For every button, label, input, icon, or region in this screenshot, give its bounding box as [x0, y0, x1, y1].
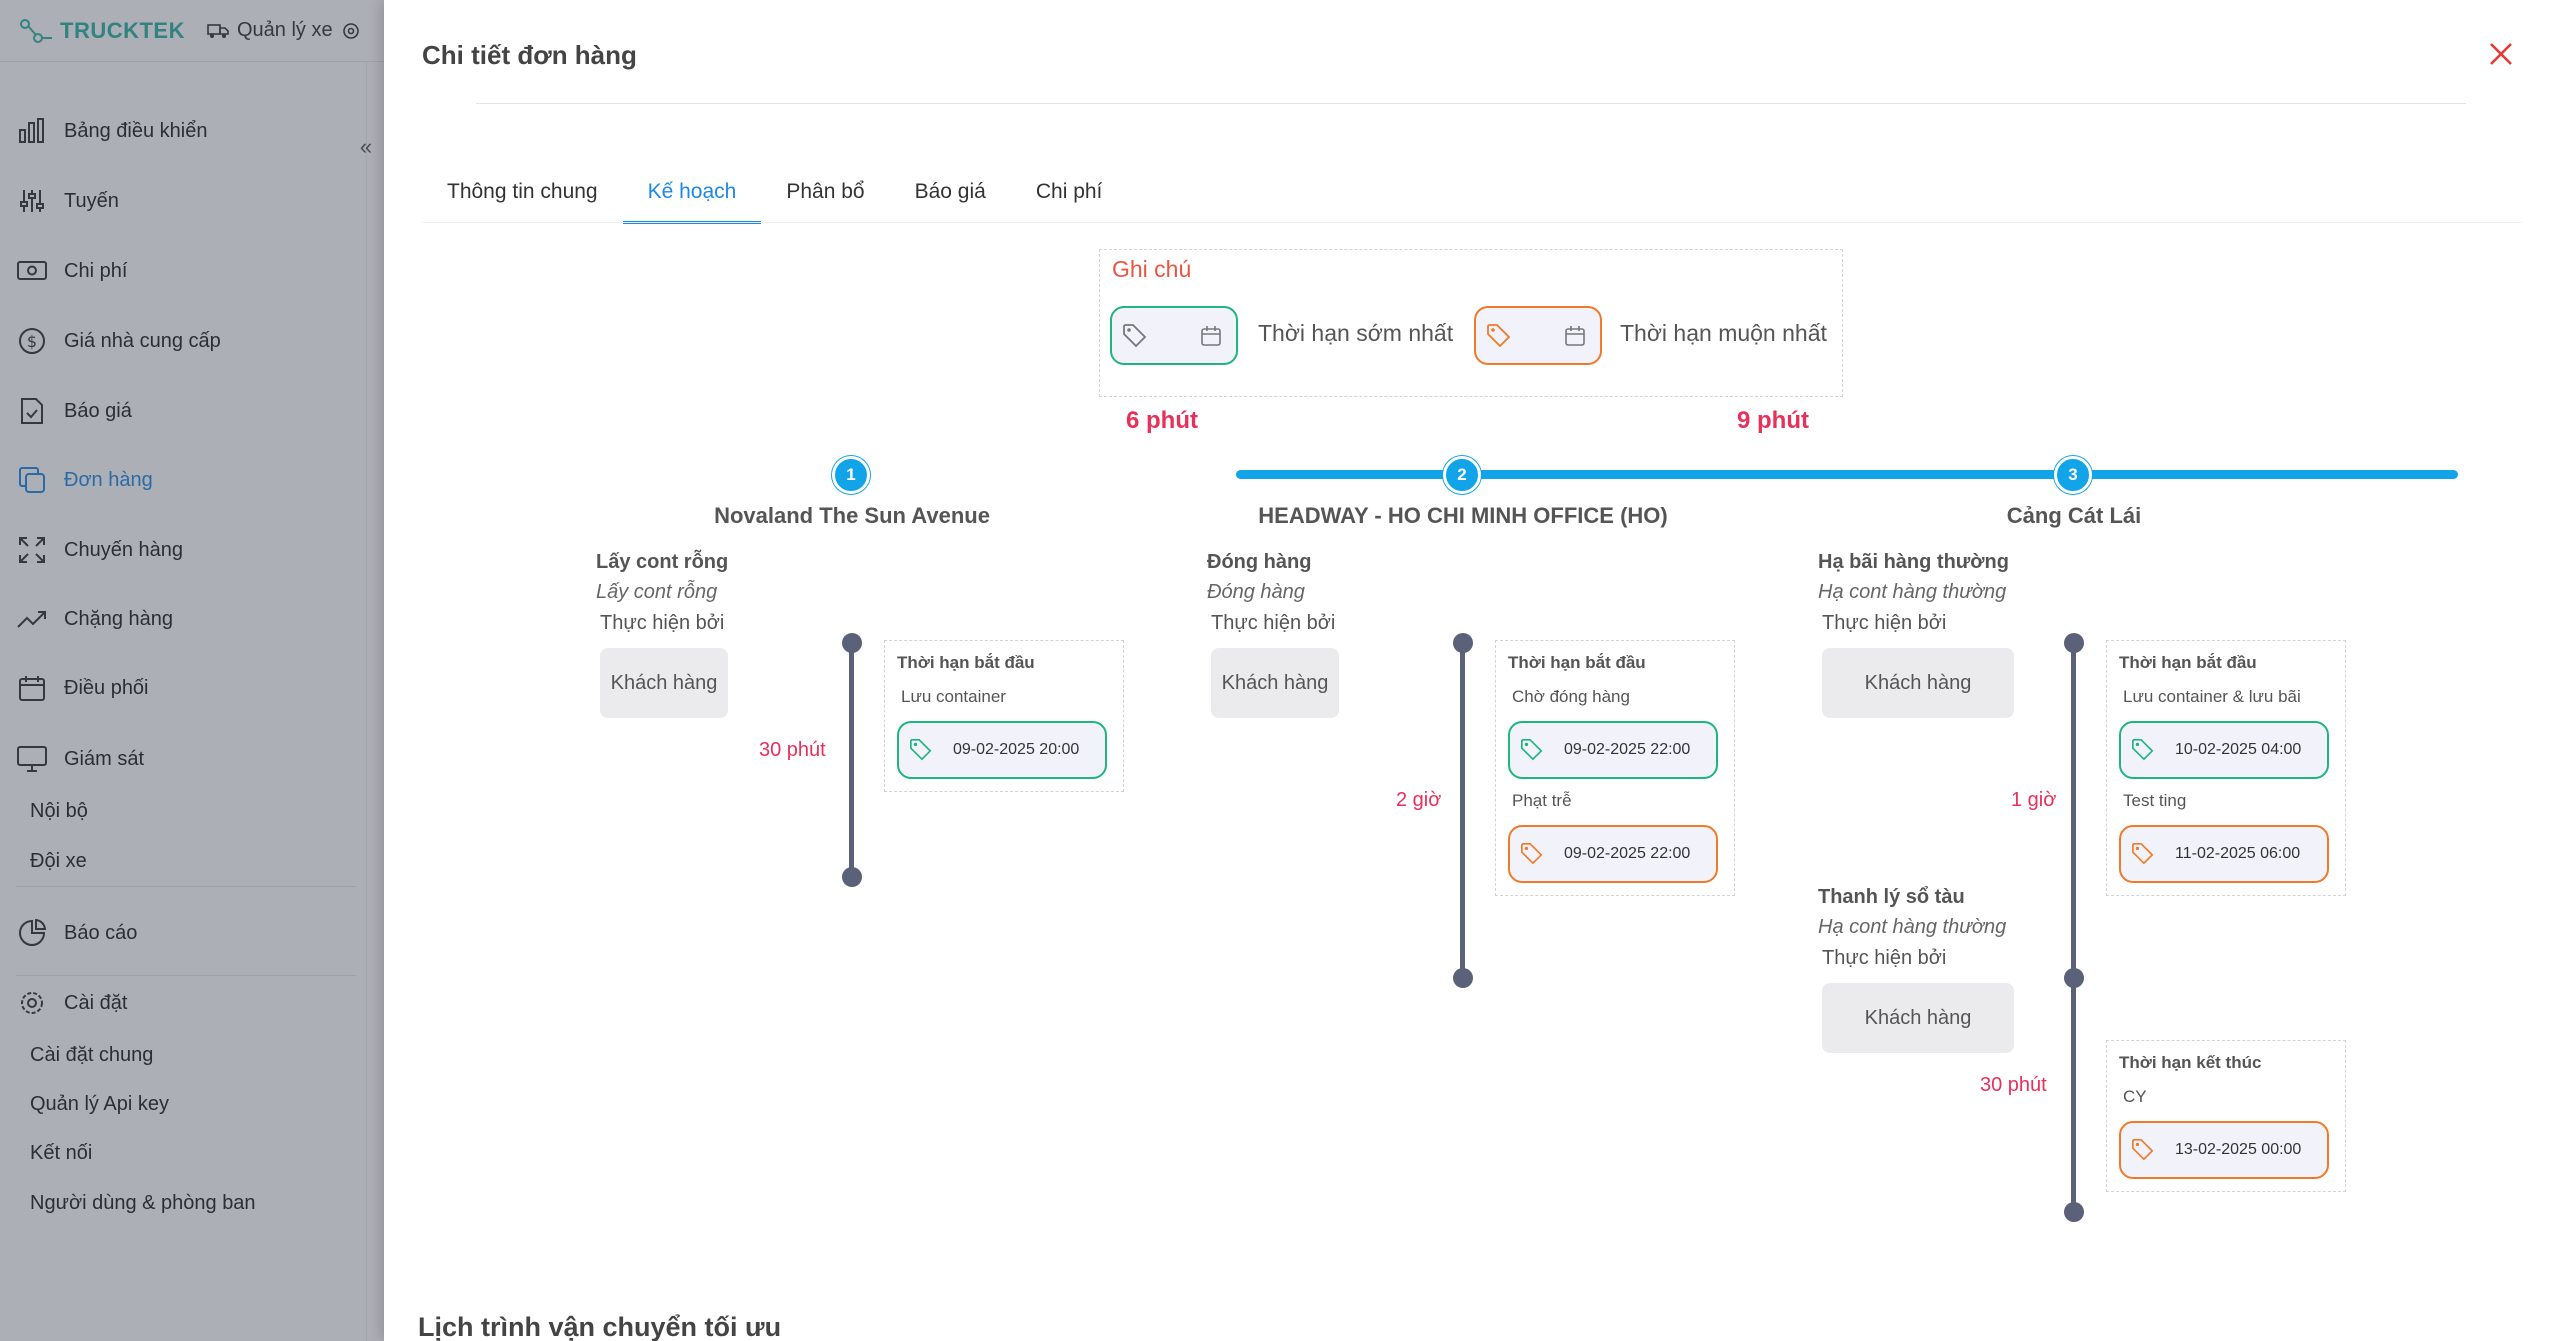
stop1-duration: 30 phút: [759, 739, 826, 761]
tag-icon: [2132, 1139, 2154, 1161]
note-legend: Ghi chú Thời hạn sớm nhất Thời hạn muộn …: [1099, 249, 1843, 397]
tag-icon: [1521, 739, 1543, 761]
deadline-date-value: 11-02-2025 06:00: [2175, 845, 2301, 862]
latest-deadline-sample: [1474, 306, 1602, 365]
deadline-date-value: 09-02-2025 22:00: [1564, 845, 1691, 862]
deadline-label: Chờ đóng hàng: [1512, 687, 1630, 706]
stop1-customer-chip[interactable]: Khách hàng: [600, 648, 728, 718]
calendar-icon: [1201, 325, 1221, 346]
deadline-label: Lưu container: [901, 687, 1006, 706]
stop3-action1-deadline-box: Thời hạn bắt đầu Lưu container & lưu bãi…: [2106, 640, 2346, 896]
stop2-performed-by: Thực hiện bởi: [1211, 612, 1336, 634]
header-divider: [476, 103, 2466, 104]
stop3-action2-title: Thanh lý sổ tàu: [1818, 886, 1965, 908]
stop-marker-2[interactable]: 2: [1443, 456, 1481, 494]
stop1-action-title: Lấy cont rỗng: [596, 551, 729, 573]
tag-icon: [1487, 323, 1511, 347]
travel-time-2: 9 phút: [1737, 407, 1809, 434]
earliest-deadline-sample: [1110, 306, 1238, 365]
stop-marker-3[interactable]: 3: [2054, 456, 2092, 494]
tag-icon: [2132, 739, 2154, 761]
earliest-deadline-label: Thời hạn sớm nhất: [1258, 320, 1454, 346]
deadline-box-title: Thời hạn bắt đầu: [2119, 653, 2257, 672]
deadline-label: Lưu container & lưu bãi: [2123, 687, 2301, 706]
tab-general-info[interactable]: Thông tin chung: [422, 168, 623, 224]
stop3-action2-subtitle: Hạ cont hàng thường: [1818, 916, 2007, 938]
stop1-action-subtitle: Lấy cont rỗng: [596, 581, 718, 603]
stop3-timeline-mid: [2064, 968, 2084, 988]
deadline-date-pill[interactable]: 13-02-2025 00:00: [2119, 1121, 2329, 1179]
deadline-date-pill[interactable]: 09-02-2025 20:00: [897, 721, 1107, 779]
stop2-duration: 2 giờ: [1396, 789, 1442, 811]
deadline-date-value: 09-02-2025 22:00: [1564, 741, 1691, 758]
stop3-action2-customer-chip[interactable]: Khách hàng: [1822, 983, 2014, 1053]
tab-quote[interactable]: Báo giá: [890, 168, 1011, 224]
stop2-action-title: Đóng hàng: [1207, 551, 1312, 573]
tag-icon: [2132, 843, 2154, 865]
stop3-action1-subtitle: Hạ cont hàng thường: [1818, 581, 2007, 603]
deadline-label: Test ting: [2123, 791, 2187, 810]
close-icon[interactable]: [2485, 38, 2517, 70]
order-detail-drawer: Chi tiết đơn hàng Thông tin chung Kế hoạ…: [384, 0, 2560, 1341]
stop-name-1: Novaland The Sun Avenue: [714, 503, 990, 528]
deadline-label: CY: [2123, 1087, 2147, 1106]
stop2-customer-chip[interactable]: Khách hàng: [1211, 648, 1339, 718]
deadline-label: Phạt trễ: [1512, 791, 1572, 810]
modal-backdrop[interactable]: [0, 0, 384, 1341]
deadline-date-pill[interactable]: 10-02-2025 04:00: [2119, 721, 2329, 779]
stop2-action-subtitle: Đóng hàng: [1207, 581, 1305, 603]
stop2-deadline-box: Thời hạn bắt đầu Chờ đóng hàng 09-02-202…: [1495, 640, 1735, 896]
tag-icon: [910, 739, 932, 761]
stop-marker-1[interactable]: 1: [832, 456, 870, 494]
route-track: [1236, 470, 2458, 479]
tag-icon: [1123, 323, 1147, 347]
stop3-action2-deadline-box: Thời hạn kết thúc CY 13-02-2025 00:00: [2106, 1040, 2346, 1192]
stop3-action1-customer-chip[interactable]: Khách hàng: [1822, 648, 2014, 718]
latest-deadline-label: Thời hạn muộn nhất: [1620, 320, 1827, 346]
deadline-box-title: Thời hạn bắt đầu: [1508, 653, 1646, 672]
stop3-action2-duration: 30 phút: [1980, 1074, 2047, 1096]
calendar-icon: [1565, 325, 1585, 346]
stop2-timeline-end: [1453, 968, 1473, 988]
note-label: Ghi chú: [1112, 256, 1192, 282]
stop3-timeline: [2071, 643, 2076, 1213]
deadline-date-value: 10-02-2025 04:00: [2175, 741, 2302, 758]
stop3-action2-performed-by: Thực hiện bởi: [1822, 947, 1947, 969]
stop3-action1-duration: 1 giờ: [2011, 789, 2057, 811]
deadline-box-title: Thời hạn bắt đầu: [897, 653, 1035, 672]
deadline-date-pill[interactable]: 09-02-2025 22:00: [1508, 721, 1718, 779]
deadline-box-title: Thời hạn kết thúc: [2119, 1053, 2262, 1072]
stop3-action1-performed-by: Thực hiện bởi: [1822, 612, 1947, 634]
tab-underline: [422, 222, 2522, 223]
deadline-date-pill[interactable]: 11-02-2025 06:00: [2119, 825, 2329, 883]
tab-plan[interactable]: Kế hoạch: [622, 168, 762, 224]
stop3-timeline-end: [2064, 1202, 2084, 1222]
stop-name-3: Cảng Cát Lái: [2006, 503, 2142, 528]
stop3-action1-title: Hạ bãi hàng thường: [1818, 551, 2009, 573]
optimal-schedule-title: Lịch trình vận chuyển tối ưu: [418, 1312, 782, 1341]
tab-allocation[interactable]: Phân bổ: [761, 168, 889, 224]
stop1-timeline-end: [842, 867, 862, 887]
drawer-title: Chi tiết đơn hàng: [422, 40, 637, 70]
travel-time-1: 6 phút: [1126, 407, 1198, 434]
stop1-performed-by: Thực hiện bởi: [600, 612, 725, 634]
stop2-timeline: [1460, 643, 1465, 979]
deadline-date-value: 13-02-2025 00:00: [2175, 1141, 2302, 1158]
stop-name-2: HEADWAY - HO CHI MINH OFFICE (HO): [1258, 503, 1668, 528]
deadline-date-value: 09-02-2025 20:00: [953, 741, 1080, 758]
deadline-date-pill[interactable]: 09-02-2025 22:00: [1508, 825, 1718, 883]
tab-bar: Thông tin chung Kế hoạch Phân bổ Báo giá…: [422, 168, 1127, 224]
stop1-deadline-box: Thời hạn bắt đầu Lưu container 09-02-202…: [884, 640, 1124, 792]
tab-cost[interactable]: Chi phí: [1011, 168, 1128, 224]
stop1-timeline: [849, 643, 854, 878]
tag-icon: [1521, 843, 1543, 865]
